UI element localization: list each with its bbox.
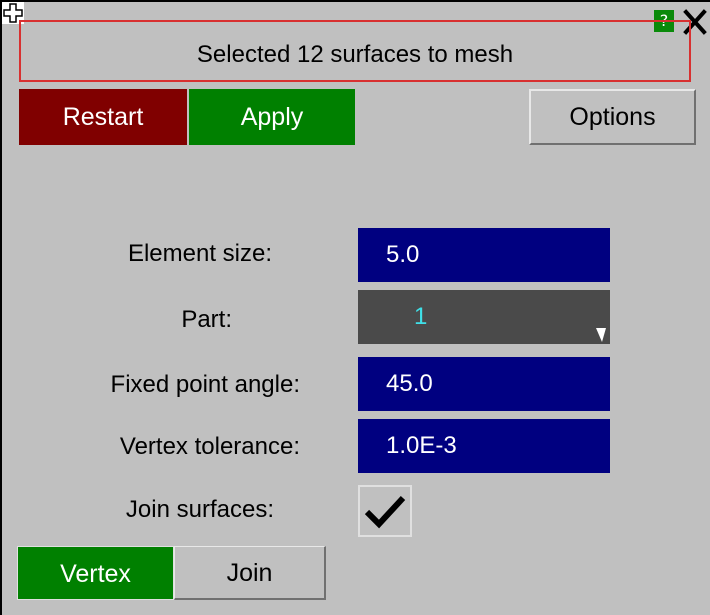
title-panel: Selected 12 surfaces to mesh	[19, 20, 691, 82]
restart-button[interactable]: Restart	[19, 89, 187, 145]
element-size-field[interactable]: 5.0	[358, 228, 610, 282]
vertex-tolerance-field[interactable]: 1.0E-3	[358, 419, 610, 473]
apply-button[interactable]: Apply	[189, 89, 355, 145]
fixed-point-angle-field[interactable]: 45.0	[358, 357, 610, 411]
part-label: Part:	[181, 306, 232, 333]
window-frame-top	[0, 0, 710, 2]
join-surfaces-checkbox[interactable]	[358, 485, 412, 537]
dropdown-arrow-icon	[596, 328, 606, 342]
part-value: 1	[414, 303, 428, 330]
vertex-tolerance-label: Vertex tolerance:	[119, 433, 300, 460]
vertex-mode-button[interactable]: Vertex	[17, 546, 174, 600]
options-button[interactable]: Options	[529, 89, 696, 145]
checkmark-icon	[364, 495, 406, 529]
join-mode-button[interactable]: Join	[174, 546, 326, 600]
element-size-label: Element size:	[127, 240, 272, 267]
fixed-point-angle-label: Fixed point angle:	[110, 371, 300, 398]
window-title: Selected 12 surfaces to mesh	[196, 41, 514, 68]
join-surfaces-label: Join surfaces:	[125, 496, 274, 523]
part-dropdown[interactable]: 1	[358, 290, 610, 344]
